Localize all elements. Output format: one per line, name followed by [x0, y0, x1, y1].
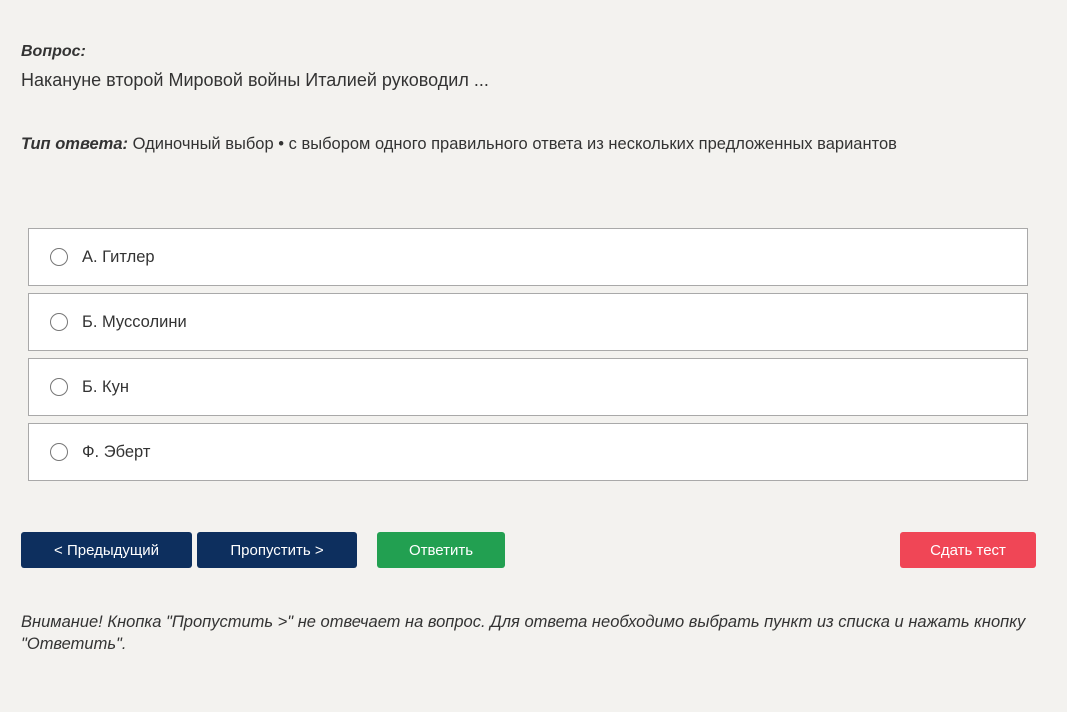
- answer-options-list: А. Гитлер Б. Муссолини Б. Кун Ф. Эберт: [28, 228, 1028, 488]
- answer-option-label: Б. Муссолини: [82, 312, 187, 331]
- answer-option-4[interactable]: Ф. Эберт: [28, 423, 1028, 481]
- answer-option-1[interactable]: А. Гитлер: [28, 228, 1028, 286]
- answer-type-label: Тип ответа:: [21, 135, 129, 153]
- answer-option-2[interactable]: Б. Муссолини: [28, 293, 1028, 351]
- question-text: Накануне второй Мировой войны Италией ру…: [21, 70, 489, 90]
- answer-option-label: Б. Кун: [82, 377, 129, 396]
- answer-option-3[interactable]: Б. Кун: [28, 358, 1028, 416]
- answer-button[interactable]: Ответить: [377, 532, 505, 568]
- radio-button[interactable]: [50, 378, 68, 396]
- test-question-page: Вопрос: Накануне второй Мировой войны Ит…: [0, 0, 1067, 712]
- answer-option-label: А. Гитлер: [82, 247, 155, 266]
- question-label: Вопрос:: [21, 43, 86, 60]
- answer-type-value: Одиночный выбор • с выбором одного прави…: [132, 135, 897, 153]
- submit-test-button[interactable]: Сдать тест: [900, 532, 1036, 568]
- answer-option-label: Ф. Эберт: [82, 442, 151, 461]
- skip-warning-notice: Внимание! Кнопка "Пропустить >" не отвеч…: [21, 613, 1026, 653]
- radio-button[interactable]: [50, 248, 68, 266]
- answer-type: Тип ответа: Одиночный выбор • с выбором …: [21, 135, 897, 154]
- skip-button[interactable]: Пропустить >: [197, 532, 357, 568]
- radio-button[interactable]: [50, 443, 68, 461]
- previous-button[interactable]: < Предыдущий: [21, 532, 192, 568]
- radio-button[interactable]: [50, 313, 68, 331]
